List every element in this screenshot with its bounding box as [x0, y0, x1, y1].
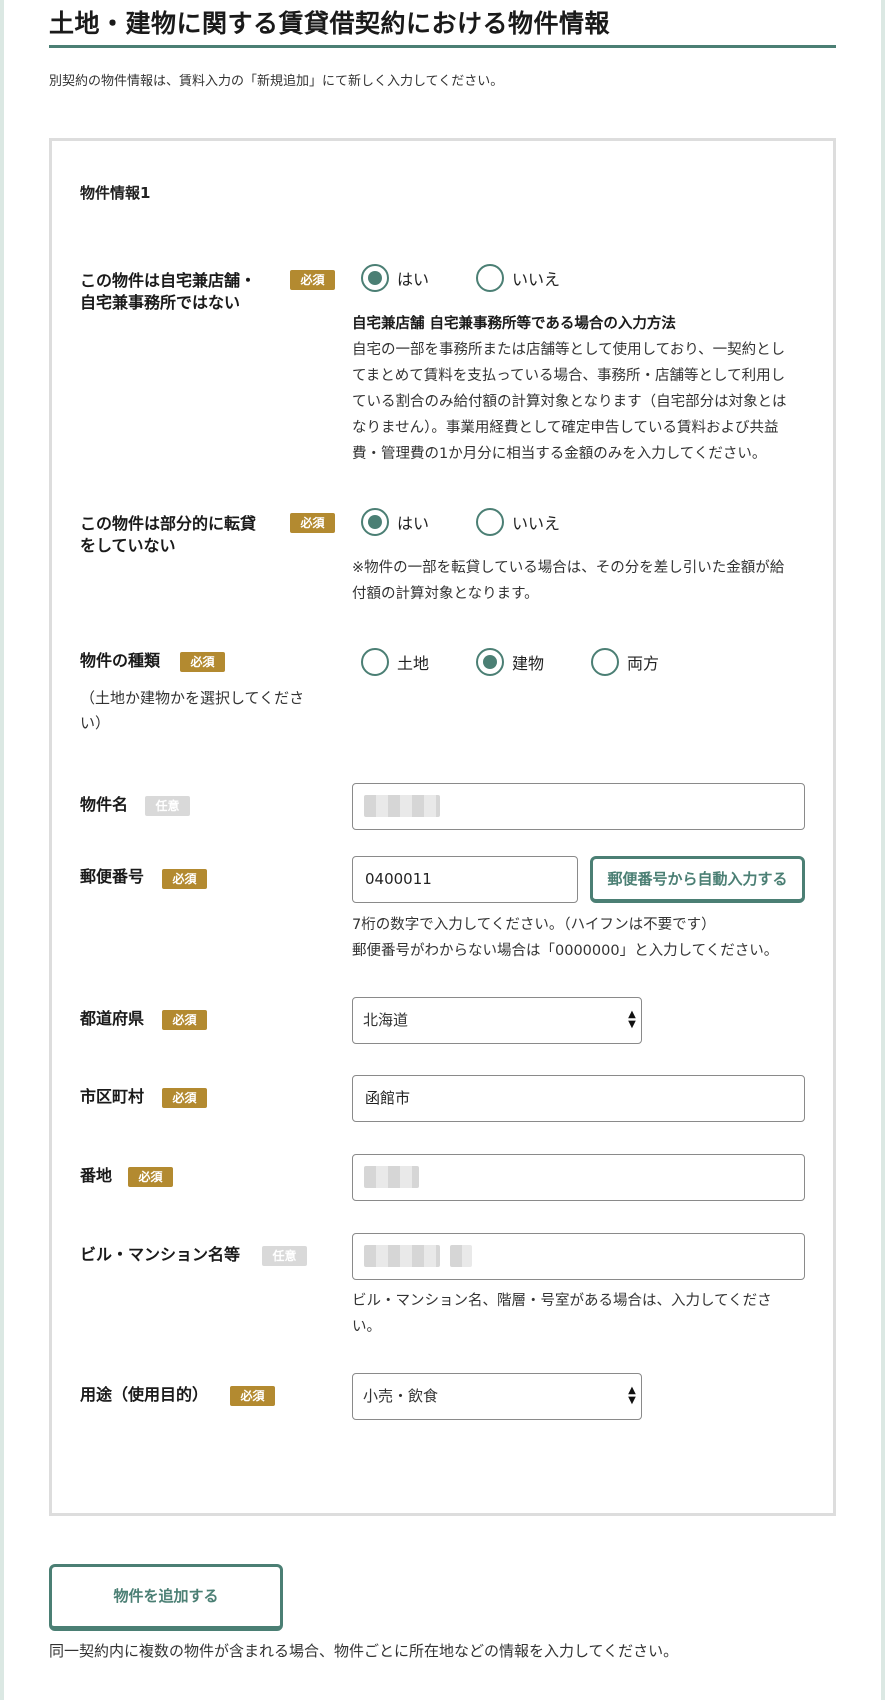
city-input[interactable]: 函館市: [352, 1075, 805, 1122]
radio-label: 建物: [512, 654, 545, 673]
card-heading: 物件情報1: [80, 184, 151, 202]
radio-label: いいえ: [512, 514, 561, 533]
redacted-text: [364, 1166, 419, 1188]
redacted-text: [364, 795, 440, 817]
required-badge: 必須: [290, 270, 335, 290]
required-badge: 必須: [180, 652, 225, 672]
building-help: ビル・マンション名、階層・号室がある場合は、入力してくださ い。: [352, 1288, 807, 1340]
title-underline: [49, 45, 836, 48]
help-line: なりません）。事業用経費として確定申告している賃料および共益: [352, 420, 779, 436]
sublease-label: この物件は部分的に転貸 をしていない: [80, 513, 256, 557]
radio-label: 土地: [397, 654, 430, 673]
home-office-label-line1: この物件は自宅兼店舗・: [80, 271, 257, 290]
required-badge: 必須: [290, 513, 335, 533]
postal-autofill-button[interactable]: 郵便番号から自動入力する: [590, 856, 805, 903]
sublease-help: ※物件の一部を転貸している場合は、その分を差し引いた金額が給 付額の計算対象とな…: [352, 555, 807, 607]
type-both-radio[interactable]: 両方: [591, 648, 659, 676]
help-line: 付額の計算対象となります。: [352, 586, 539, 602]
radio-selected-icon[interactable]: [361, 264, 389, 292]
radio-unselected-icon[interactable]: [361, 648, 389, 676]
address-label: 番地: [80, 1166, 113, 1185]
postal-code-label: 郵便番号: [80, 867, 145, 886]
home-office-label-line2: 自宅兼事務所ではない: [80, 293, 241, 312]
help-line: 費・管理費の1か月分に相当する金額のみを入力してください。: [352, 446, 767, 462]
usage-select[interactable]: 小売・飲食 ▲ ▼: [352, 1373, 642, 1420]
help-line: ※物件の一部を転貸している場合は、その分を差し引いた金額が給: [352, 560, 785, 576]
home-office-help: 自宅兼店舗 自宅兼事務所等である場合の入力方法 自宅の一部を事務所または店舗等と…: [352, 311, 807, 467]
prefecture-value: 北海道: [363, 1011, 409, 1029]
sublabel-line: （土地か建物かを選択してくださ: [80, 689, 305, 707]
radio-label: はい: [397, 270, 430, 289]
page-title: 土地・建物に関する賃貸借契約における物件情報: [49, 9, 611, 38]
required-badge: 必須: [162, 1088, 207, 1108]
help-line: ている割合のみ給付額の計算対象となります（自宅部分は対象とは: [352, 394, 787, 410]
page-edge-right: [881, 0, 885, 1700]
type-land-radio[interactable]: 土地: [361, 648, 429, 676]
type-building-radio[interactable]: 建物: [476, 648, 544, 676]
sublease-yes-radio[interactable]: はい: [361, 508, 429, 536]
prefecture-select[interactable]: 北海道 ▲ ▼: [352, 997, 642, 1044]
help-line: てまとめて賃料を支払っている場合、事務所・店舗等として利用し: [352, 368, 786, 384]
property-type-label: 物件の種類: [80, 651, 161, 670]
required-badge: 必須: [128, 1167, 173, 1187]
sublabel-line: い）: [80, 714, 111, 732]
intro-text: 別契約の物件情報は、賃料入力の「新規追加」にて新しく入力してください。: [49, 74, 504, 89]
help-line: 郵便番号がわからない場合は「0000000」と入力してください。: [352, 943, 779, 959]
radio-unselected-icon[interactable]: [476, 508, 504, 536]
postal-code-input[interactable]: 0400011: [352, 856, 578, 903]
select-arrows-icon: ▲ ▼: [628, 1009, 636, 1030]
radio-unselected-icon[interactable]: [476, 264, 504, 292]
sublease-label-line2: をしていない: [80, 536, 176, 555]
optional-badge: 任意: [145, 796, 190, 816]
sublease-label-line1: この物件は部分的に転貸: [80, 514, 257, 533]
help-line: 7桁の数字で入力してください。（ハイフンは不要です）: [352, 917, 716, 933]
footer-note: 同一契約内に複数の物件が含まれる場合、物件ごとに所在地などの情報を入力してくださ…: [49, 1642, 679, 1660]
address-input[interactable]: [352, 1154, 805, 1201]
usage-label: 用途（使用目的）: [80, 1385, 209, 1404]
radio-selected-icon[interactable]: [476, 648, 504, 676]
help-line: ビル・マンション名、階層・号室がある場合は、入力してくださ: [352, 1293, 772, 1309]
required-badge: 必須: [162, 1010, 207, 1030]
help-line: い。: [352, 1319, 381, 1335]
radio-label: 両方: [627, 654, 660, 673]
home-office-no-radio[interactable]: いいえ: [476, 264, 560, 292]
city-label: 市区町村: [80, 1087, 145, 1106]
optional-badge: 任意: [262, 1246, 307, 1266]
required-badge: 必須: [230, 1386, 275, 1406]
prefecture-label: 都道府県: [80, 1009, 145, 1028]
page-edge-left: [0, 0, 4, 1700]
property-name-label: 物件名: [80, 795, 129, 814]
sublease-no-radio[interactable]: いいえ: [476, 508, 560, 536]
radio-label: いいえ: [512, 270, 561, 289]
add-property-button[interactable]: 物件を追加する: [49, 1564, 283, 1631]
radio-label: はい: [397, 514, 430, 533]
postal-help: 7桁の数字で入力してください。（ハイフンは不要です） 郵便番号がわからない場合は…: [352, 912, 807, 964]
building-label: ビル・マンション名等: [80, 1245, 241, 1264]
radio-selected-icon[interactable]: [361, 508, 389, 536]
home-office-yes-radio[interactable]: はい: [361, 264, 429, 292]
property-type-sublabel: （土地か建物かを選択してくださ い）: [80, 686, 310, 736]
help-line: 自宅の一部を事務所または店舗等として使用しており、一契約とし: [352, 342, 786, 358]
usage-value: 小売・飲食: [363, 1387, 439, 1405]
home-office-label: この物件は自宅兼店舗・ 自宅兼事務所ではない: [80, 270, 256, 314]
redacted-text: [450, 1245, 472, 1267]
radio-unselected-icon[interactable]: [591, 648, 619, 676]
help-title: 自宅兼店舗 自宅兼事務所等である場合の入力方法: [352, 316, 676, 332]
redacted-text: [364, 1245, 440, 1267]
select-arrows-icon: ▲ ▼: [628, 1385, 636, 1406]
required-badge: 必須: [162, 869, 207, 889]
